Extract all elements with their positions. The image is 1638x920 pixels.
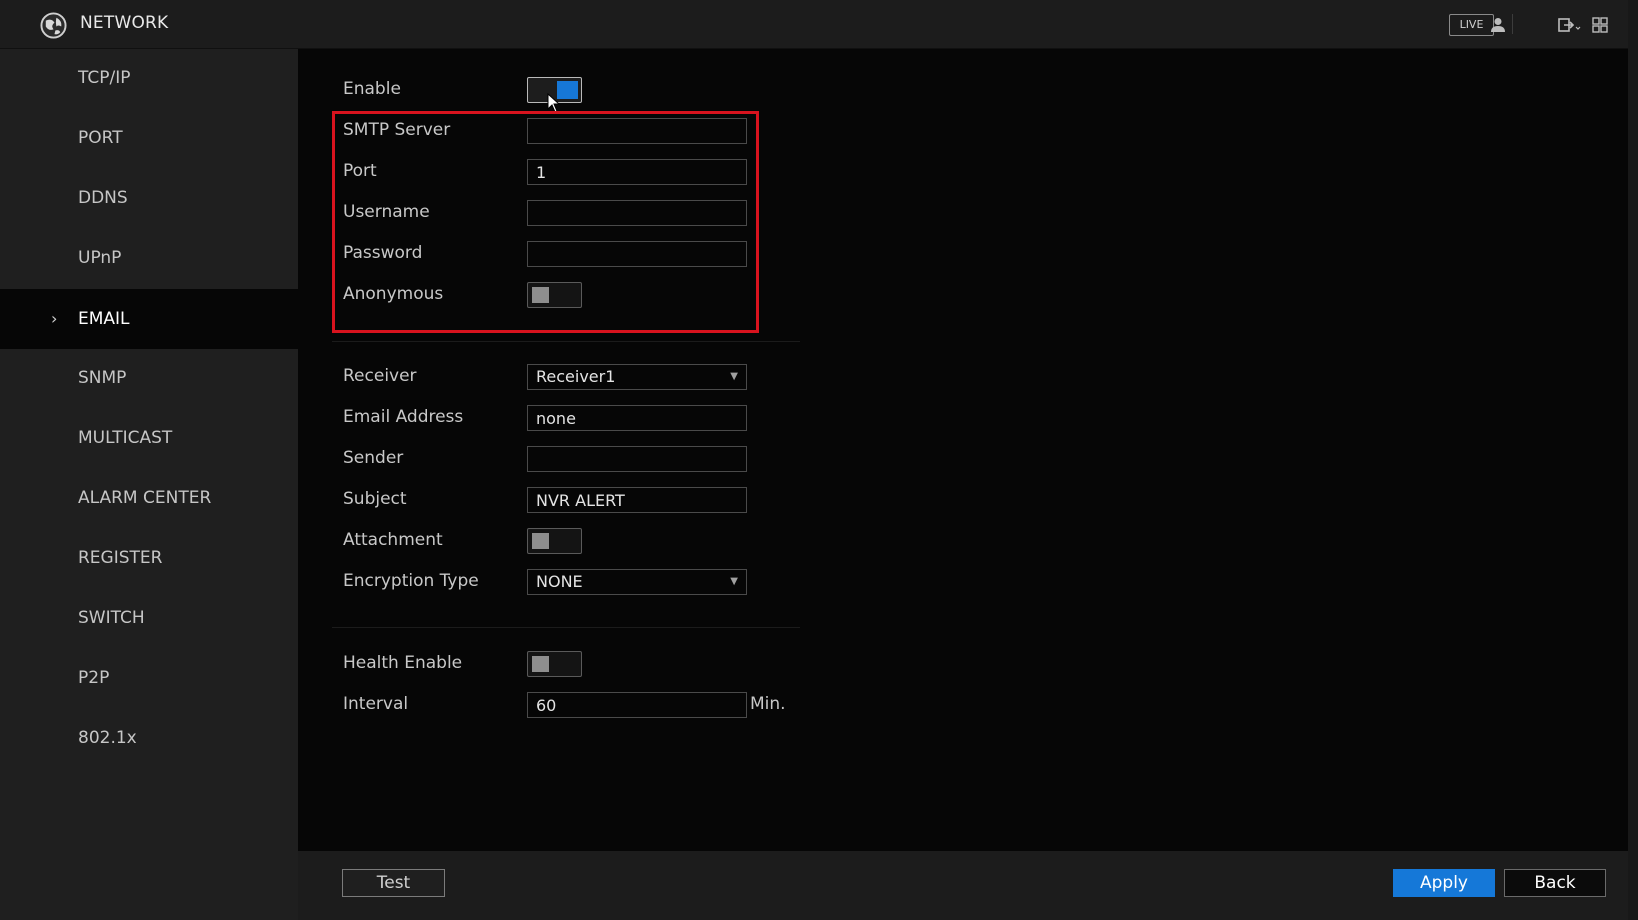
sidebar-item-label: EMAIL [78,309,130,329]
sidebar-item-upnp[interactable]: UPnP [0,229,298,287]
sidebar-item-switch[interactable]: SWITCH [0,589,298,647]
anonymous-label: Anonymous [343,284,444,304]
sidebar-item-label: P2P [78,668,110,688]
attachment-label: Attachment [343,530,443,550]
sidebar-item-snmp[interactable]: SNMP [0,349,298,407]
network-logo-icon [40,12,67,39]
interval-input[interactable] [527,692,747,718]
section-divider [332,341,800,342]
apply-button[interactable]: Apply [1393,869,1495,897]
sidebar-item-ddns[interactable]: DDNS [0,169,298,227]
chevron-right-icon: › [51,309,58,328]
user-icon[interactable] [1488,15,1508,35]
receiver-select-value: Receiver1 [536,367,616,386]
encryption-type-value: NONE [536,572,583,591]
sidebar-item-label: PORT [78,128,123,148]
toggle-knob [532,656,549,672]
mouse-cursor-icon [547,93,561,113]
chevron-down-icon: ▼ [730,576,738,587]
interval-unit: Min. [750,694,786,714]
chevron-down-icon: ▼ [730,371,738,382]
sender-input[interactable] [527,446,747,472]
attachment-toggle[interactable] [527,528,582,554]
receiver-label: Receiver [343,366,417,386]
sidebar-item-8021x[interactable]: 802.1x [0,709,298,767]
username-input[interactable] [527,200,747,226]
top-bar: NETWORK LIVE [0,0,1638,49]
logout-icon[interactable] [1556,15,1582,35]
grid-menu-icon[interactable] [1590,15,1610,35]
receiver-select[interactable]: Receiver1 ▼ [527,364,747,390]
sidebar-item-register[interactable]: REGISTER [0,529,298,587]
smtp-server-label: SMTP Server [343,120,451,140]
sidebar-item-label: DDNS [78,188,128,208]
sender-label: Sender [343,448,404,468]
sidebar-item-p2p[interactable]: P2P [0,649,298,707]
interval-label: Interval [343,694,409,714]
sidebar-item-label: SNMP [78,368,127,388]
subject-label: Subject [343,489,407,509]
sidebar-item-label: UPnP [78,248,122,268]
health-enable-toggle[interactable] [527,651,582,677]
password-input[interactable] [527,241,747,267]
health-enable-label: Health Enable [343,653,463,673]
toolbar-divider [1512,14,1513,34]
enable-label: Enable [343,79,401,99]
back-button[interactable]: Back [1504,869,1606,897]
port-input[interactable] [527,159,747,185]
subject-input[interactable] [527,487,747,513]
password-label: Password [343,243,423,263]
window-edge [1628,0,1638,920]
encryption-type-label: Encryption Type [343,571,479,591]
email-address-label: Email Address [343,407,464,427]
sidebar-item-multicast[interactable]: MULTICAST [0,409,298,467]
port-label: Port [343,161,377,181]
sidebar-item-label: ALARM CENTER [78,488,212,508]
smtp-server-input[interactable] [527,118,747,144]
sidebar-item-label: REGISTER [78,548,163,568]
page-title: NETWORK [80,13,169,33]
sidebar-item-email[interactable]: › EMAIL [0,289,298,349]
username-label: Username [343,202,430,222]
sidebar-item-label: TCP/IP [78,68,131,88]
anonymous-toggle[interactable] [527,282,582,308]
sidebar-item-label: SWITCH [78,608,145,628]
section-divider [332,627,800,628]
sidebar: TCP/IP PORT DDNS UPnP › EMAIL SNMP MULTI… [0,49,298,920]
test-button[interactable]: Test [342,869,445,897]
toggle-knob [532,533,549,549]
sidebar-item-tcpip[interactable]: TCP/IP [0,49,298,107]
sidebar-item-alarm-center[interactable]: ALARM CENTER [0,469,298,527]
sidebar-item-label: MULTICAST [78,428,173,448]
encryption-type-select[interactable]: NONE ▼ [527,569,747,595]
email-address-input[interactable] [527,405,747,431]
sidebar-item-label: 802.1x [78,728,137,748]
toggle-knob [532,287,549,303]
sidebar-item-port[interactable]: PORT [0,109,298,167]
